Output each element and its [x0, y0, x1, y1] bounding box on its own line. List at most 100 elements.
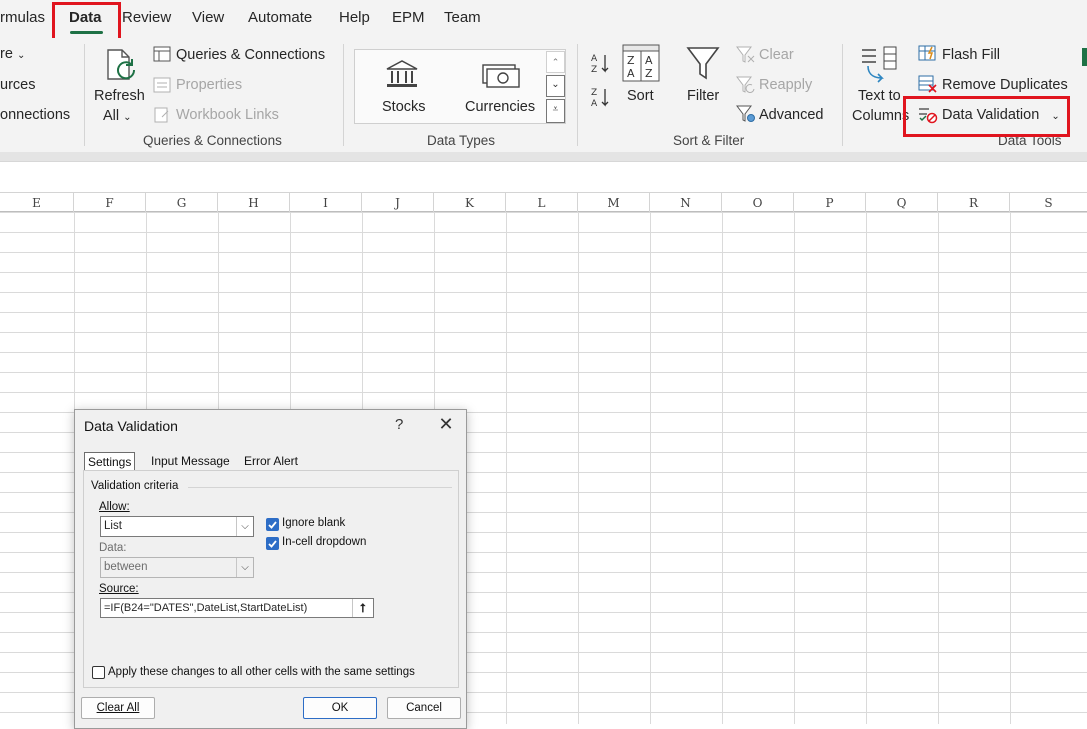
filter-button[interactable]: Filter — [687, 88, 719, 104]
allow-select[interactable]: List ⌵ — [100, 516, 254, 537]
dialog-title: Data Validation — [84, 418, 178, 434]
refresh-all-label-1[interactable]: Refresh — [94, 88, 145, 104]
tab-epm[interactable]: EPM — [392, 9, 425, 26]
text-to-columns-icon[interactable] — [858, 46, 900, 89]
highlight-box-data-tab — [52, 2, 121, 42]
svg-text:Z: Z — [627, 54, 635, 67]
text-to-columns-label-2[interactable]: Columns — [852, 108, 909, 124]
cancel-button[interactable]: Cancel — [387, 697, 461, 719]
column-header-k[interactable]: K — [434, 193, 506, 213]
chevron-down-icon: ⌵ — [236, 558, 253, 577]
ignore-blank-label[interactable]: Ignore blank — [282, 517, 345, 529]
column-header-s[interactable]: S — [1010, 193, 1087, 213]
tab-input-message[interactable]: Input Message — [148, 452, 233, 472]
source-input[interactable]: =IF(B24="DATES",DateList,StartDateList) — [100, 598, 374, 618]
data-label: Data: — [99, 542, 127, 554]
properties-icon — [153, 77, 171, 98]
column-header-m[interactable]: M — [578, 193, 650, 213]
column-header-e[interactable]: E — [0, 193, 74, 213]
advanced-button[interactable]: Advanced — [759, 107, 824, 123]
clear-all-button[interactable]: Clear All — [81, 697, 155, 719]
apply-all-checkbox[interactable] — [92, 666, 105, 679]
apply-all-label[interactable]: Apply these changes to all other cells w… — [108, 666, 415, 678]
sort-icon[interactable]: Z A A Z — [622, 44, 660, 87]
grid-line — [650, 212, 651, 724]
gallery-scroll-up[interactable]: ⌃ — [546, 51, 565, 73]
grid-line — [794, 212, 795, 724]
column-header-l[interactable]: L — [506, 193, 578, 213]
column-header-p[interactable]: P — [794, 193, 866, 213]
tab-help[interactable]: Help — [339, 9, 370, 26]
currencies-button[interactable]: Currencies — [465, 99, 535, 115]
workbook-links-button[interactable]: Workbook Links — [176, 107, 279, 123]
column-header-i[interactable]: I — [290, 193, 362, 213]
text-to-columns-label-1[interactable]: Text to — [858, 88, 901, 104]
get-data-button[interactable]: re ⌄ — [0, 46, 25, 62]
grid-line — [1010, 212, 1011, 724]
sort-a-to-z-icon[interactable]: AZ — [590, 52, 612, 81]
validation-criteria-heading: Validation criteria — [91, 480, 179, 492]
column-header-n[interactable]: N — [650, 193, 722, 213]
in-cell-dropdown-checkbox[interactable] — [266, 537, 279, 550]
column-header-row: E F G H I J K L M N O P Q R S — [0, 192, 1087, 213]
ok-button[interactable]: OK — [303, 697, 377, 719]
clear-button[interactable]: Clear — [759, 47, 794, 63]
data-operator-select[interactable]: between ⌵ — [100, 557, 254, 578]
group-label-sort-filter: Sort & Filter — [673, 133, 745, 148]
column-header-j[interactable]: J — [362, 193, 434, 213]
collapse-dialog-icon[interactable]: ⭡ — [352, 599, 373, 617]
column-header-f[interactable]: F — [74, 193, 146, 213]
help-icon[interactable]: ? — [395, 416, 403, 433]
sort-button[interactable]: Sort — [627, 88, 654, 104]
refresh-all-label-2[interactable]: All ⌄ — [103, 108, 132, 124]
tab-settings[interactable]: Settings — [84, 452, 136, 472]
group-label-queries: Queries & Connections — [143, 133, 282, 148]
group-label-data-types: Data Types — [427, 133, 496, 148]
tab-team[interactable]: Team — [444, 9, 481, 26]
stocks-button[interactable]: Stocks — [382, 99, 426, 115]
ignore-blank-checkbox[interactable] — [266, 518, 279, 531]
grid-line — [506, 212, 507, 724]
tab-review[interactable]: Review — [122, 9, 171, 26]
column-header-r[interactable]: R — [938, 193, 1010, 213]
sort-z-to-a-icon[interactable]: ZA — [590, 86, 612, 115]
highlight-box-data-validation — [903, 96, 1070, 137]
tab-formulas[interactable]: rmulas — [0, 9, 45, 26]
data-operator-value: between — [104, 561, 148, 573]
clear-filter-icon — [736, 46, 756, 69]
tab-automate[interactable]: Automate — [248, 9, 312, 26]
column-header-h[interactable]: H — [218, 193, 290, 213]
chevron-down-icon: ⌵ — [236, 517, 253, 536]
properties-button[interactable]: Properties — [176, 77, 242, 93]
in-cell-dropdown-label[interactable]: In-cell dropdown — [282, 536, 366, 548]
ribbon-bottom-strip — [0, 152, 1087, 161]
group-separator — [84, 44, 85, 146]
flash-fill-icon — [918, 45, 938, 68]
tab-view[interactable]: View — [192, 9, 224, 26]
close-icon[interactable]: ✕ — [435, 414, 457, 436]
filter-icon[interactable] — [686, 46, 720, 87]
recent-sources-button[interactable]: urces — [0, 77, 35, 93]
grid-line — [578, 212, 579, 724]
currencies-icon — [481, 62, 521, 97]
gallery-scroll-down[interactable]: ⌄ — [546, 75, 565, 97]
column-header-g[interactable]: G — [146, 193, 218, 213]
queries-connections-button[interactable]: Queries & Connections — [176, 47, 325, 63]
gallery-expand[interactable]: ⩡ — [546, 99, 565, 123]
flash-fill-button[interactable]: Flash Fill — [942, 47, 1000, 63]
consolidate-icon-partial — [1082, 48, 1087, 66]
grid-line — [866, 212, 867, 724]
refresh-all-icon[interactable] — [104, 46, 140, 86]
formula-bar[interactable] — [0, 161, 1087, 187]
data-validation-dialog: Data Validation ? ✕ Settings Input Messa… — [74, 409, 467, 729]
svg-text:A: A — [627, 67, 635, 80]
group-separator — [577, 44, 578, 146]
reapply-button[interactable]: Reapply — [759, 77, 812, 93]
queries-connections-icon — [153, 46, 171, 67]
existing-connections-button[interactable]: onnections — [0, 107, 70, 123]
column-header-o[interactable]: O — [722, 193, 794, 213]
column-header-q[interactable]: Q — [866, 193, 938, 213]
workbook-links-icon — [153, 107, 171, 128]
tab-error-alert[interactable]: Error Alert — [241, 452, 301, 472]
remove-duplicates-button[interactable]: Remove Duplicates — [942, 77, 1068, 93]
